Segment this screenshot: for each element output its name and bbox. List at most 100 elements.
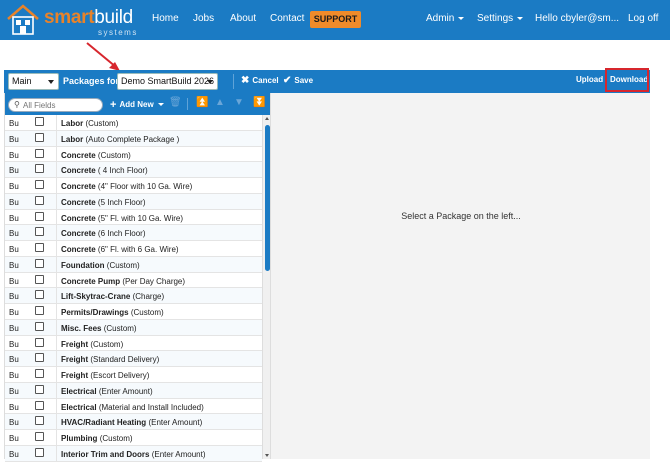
nav-contact[interactable]: Contact: [270, 13, 304, 24]
list-item[interactable]: Bu Labor (Auto Complete Package ): [5, 130, 262, 147]
package-select[interactable]: Demo SmartBuild 2026: [117, 73, 218, 90]
row-checkbox[interactable]: [35, 337, 44, 347]
row-checkbox[interactable]: [35, 384, 44, 394]
row-name: HVAC/Radiant Heating: [61, 418, 147, 428]
row-label: Concrete (5 Inch Floor): [61, 198, 146, 207]
scroll-down-icon[interactable]: [265, 454, 269, 457]
row-checkbox[interactable]: [35, 416, 44, 426]
column-divider: [56, 398, 57, 414]
add-new-button[interactable]: + Add New: [110, 99, 164, 111]
nav-jobs[interactable]: Jobs: [193, 13, 214, 24]
row-checkbox[interactable]: [35, 243, 44, 252]
save-button[interactable]: ✔ Save: [283, 75, 313, 86]
list-item[interactable]: Bu Concrete (6" Fl. with 6 Ga. Wire): [5, 241, 262, 257]
row-checkbox[interactable]: [35, 321, 44, 331]
row-checkbox[interactable]: [35, 180, 44, 189]
cancel-button[interactable]: ✖ Cancel: [241, 75, 279, 86]
list-item[interactable]: Bu Plumbing (Custom): [5, 430, 262, 446]
list-item[interactable]: Bu Lift-Skytrac-Crane (Charge): [5, 288, 262, 304]
logout-link[interactable]: Log off: [628, 13, 658, 24]
row-name: Labor: [61, 119, 84, 128]
column-divider: [56, 178, 57, 193]
row-code: Bu: [9, 418, 19, 428]
list-item[interactable]: Bu HVAC/Radiant Heating (Enter Amount): [5, 414, 262, 430]
move-top-icon[interactable]: ⏫: [196, 97, 208, 108]
row-checkbox[interactable]: [35, 369, 44, 378]
row-detail: (Custom): [90, 339, 124, 349]
list-item[interactable]: Bu Foundation (Custom): [5, 256, 262, 273]
smartbuild-logo[interactable]: smartbuild systems: [6, 3, 146, 39]
list-item[interactable]: Bu Freight (Standard Delivery): [5, 351, 262, 367]
list-item[interactable]: Bu Freight (Custom): [5, 335, 262, 352]
row-checkbox[interactable]: [35, 211, 44, 221]
row-checkbox[interactable]: [35, 400, 44, 410]
nav-home[interactable]: Home: [152, 13, 179, 24]
list-item[interactable]: Bu Concrete (6 Inch Floor): [5, 225, 262, 241]
packages-toolbar: Main Packages for Demo SmartBuild 2026 ✖…: [4, 70, 650, 93]
row-code: Bu: [9, 449, 19, 459]
settings-menu[interactable]: Settings: [477, 13, 524, 24]
package-list: Bu Labor (Custom) Bu Labor (Auto Complete P…: [5, 115, 262, 462]
column-divider: [56, 319, 57, 335]
row-detail: (Custom): [85, 119, 119, 128]
scroll-up-icon[interactable]: [265, 117, 269, 120]
row-label: Electrical (Material and Install Include…: [61, 403, 204, 412]
list-item[interactable]: Bu Permits/Drawings (Custom): [5, 304, 262, 320]
list-item[interactable]: Bu Freight (Escort Delivery): [5, 367, 262, 383]
upload-button[interactable]: Upload: [576, 75, 603, 84]
chevron-down-icon: [207, 80, 213, 84]
row-checkbox[interactable]: [35, 148, 44, 158]
row-name: Freight: [61, 371, 89, 380]
list-item[interactable]: Bu Concrete (Custom): [5, 146, 262, 163]
search-box[interactable]: ⚲: [8, 98, 103, 112]
row-label: Concrete ( 4 Inch Floor): [61, 166, 148, 175]
admin-menu[interactable]: Admin: [426, 13, 465, 24]
list-item[interactable]: Bu Concrete (5 Inch Floor): [5, 193, 262, 210]
list-item[interactable]: Bu Misc. Fees (Custom): [5, 319, 262, 336]
list-item[interactable]: Bu Labor (Custom): [5, 115, 262, 131]
list-item[interactable]: Bu Concrete Pump (Per Day Charge): [5, 272, 262, 289]
row-name: Concrete: [61, 182, 96, 191]
list-item[interactable]: Bu Concrete (5" Fl. with 10 Ga. Wire): [5, 209, 262, 226]
row-checkbox[interactable]: [35, 195, 44, 205]
trash-icon[interactable]: 🗑: [169, 97, 182, 108]
list-item[interactable]: Bu Concrete (4" Floor with 10 Ga. Wire): [5, 178, 262, 194]
search-input[interactable]: [23, 100, 101, 111]
row-checkbox[interactable]: [35, 353, 44, 363]
row-checkbox[interactable]: [35, 227, 44, 237]
move-down-icon[interactable]: ▼: [234, 97, 244, 108]
row-detail: (Custom): [130, 308, 164, 317]
row-label: Concrete Pump (Per Day Charge): [61, 277, 185, 286]
row-checkbox[interactable]: [35, 432, 44, 441]
row-name: Concrete: [61, 245, 96, 254]
row-checkbox[interactable]: [35, 447, 44, 457]
row-code: Bu: [9, 386, 19, 396]
row-checkbox[interactable]: [35, 258, 44, 268]
row-name: Concrete: [61, 229, 96, 239]
view-select[interactable]: Main: [8, 73, 59, 90]
row-checkbox[interactable]: [35, 306, 44, 315]
move-up-icon[interactable]: ▲: [215, 97, 225, 108]
row-checkbox[interactable]: [35, 132, 44, 142]
move-bottom-icon[interactable]: ⏬: [253, 97, 265, 108]
row-label: HVAC/Radiant Heating (Enter Amount): [61, 418, 202, 427]
row-checkbox[interactable]: [35, 274, 44, 284]
row-checkbox[interactable]: [35, 164, 44, 174]
list-item[interactable]: Bu Interior Trim and Doors (Enter Amount): [5, 445, 262, 462]
toolbar-divider: [233, 74, 234, 89]
row-checkbox[interactable]: [35, 290, 44, 300]
row-code: Bu: [9, 371, 19, 380]
list-item[interactable]: Bu Concrete ( 4 Inch Floor): [5, 162, 262, 178]
row-code: Bu: [9, 434, 19, 443]
support-button[interactable]: SUPPORT: [310, 11, 361, 28]
row-detail: (6 Inch Floor): [97, 229, 146, 239]
package-detail-panel: Select a Package on the left...: [270, 93, 650, 459]
row-code: Bu: [9, 292, 19, 302]
check-icon: ✔: [283, 75, 292, 86]
nav-about[interactable]: About: [230, 13, 256, 24]
row-checkbox[interactable]: [35, 117, 44, 126]
row-name: Plumbing: [61, 434, 98, 443]
user-greeting[interactable]: Hello cbyler@sm...: [535, 13, 619, 24]
list-item[interactable]: Bu Electrical (Material and Install Inclu…: [5, 398, 262, 415]
list-item[interactable]: Bu Electrical (Enter Amount): [5, 382, 262, 399]
